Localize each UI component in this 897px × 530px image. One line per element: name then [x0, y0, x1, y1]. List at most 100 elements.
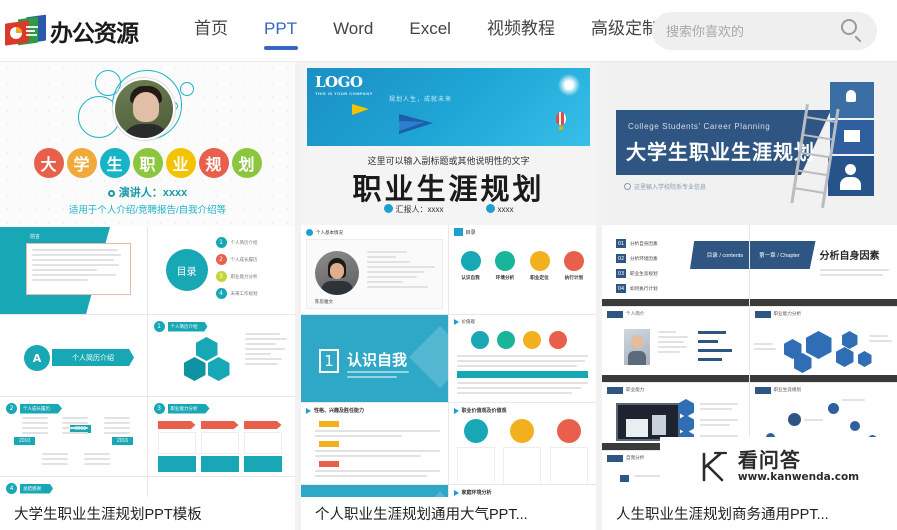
slide-section-b: 未来工作规划: [147, 477, 295, 497]
slide-label: 职业价值观及价值观: [461, 408, 507, 414]
slide-cover: LOGO THIS IS YOUR COMPANY 规划人生，成就未来 这里可以…: [301, 62, 596, 225]
slide-hexagons: 1 个人简历介绍: [147, 315, 295, 397]
cube-person-icon: [828, 156, 874, 196]
toc-item: 未来工作规划: [230, 290, 258, 296]
template-title[interactable]: 个人职业生涯规划通用大气PPT...: [301, 497, 596, 530]
site-header: 办公资源 首页 PPT Word Excel 视频教程 高级定制: [0, 0, 897, 62]
slide-label: 价值观: [461, 319, 476, 324]
title-char: 规: [198, 148, 229, 178]
toc-item: 职业能力分析: [230, 273, 258, 279]
slide-label: 前言: [30, 234, 41, 240]
main-nav: 首页 PPT Word Excel 视频教程 高级定制: [176, 0, 677, 62]
section-badge: A: [24, 345, 50, 371]
logo-subtext: THIS IS YOUR COMPANY: [315, 91, 373, 96]
cover-speaker: 演讲人：xxxx: [0, 184, 295, 200]
slide-label: 家庭环境分析: [461, 490, 492, 496]
cover-note: 这里输入学校院系专业信息: [624, 182, 706, 191]
slide-profile: 个人基本情况 陈思雅文: [301, 225, 449, 315]
cover-meta: 汇报人：xxxx xxxx: [301, 204, 596, 215]
slide-timeline: 2 个人成长履历 2010 2013 2016: [0, 397, 148, 477]
slide-contents: 目录 认识自我 环境分析 职业定位 执行计划: [448, 225, 596, 315]
paper-plane-icon: [399, 114, 433, 134]
stacked-documents-icon: [4, 14, 48, 48]
nav-item-home[interactable]: 首页: [176, 0, 246, 62]
search-box[interactable]: [652, 12, 877, 50]
slide-list: 个人基本情况 陈思雅文 目录 认识自我 环境分析 职业定位 执行计划 1 认识自…: [301, 225, 596, 497]
template-card[interactable]: LOGO THIS IS YOUR COMPANY 规划人生，成就未来 这里可以…: [301, 62, 596, 530]
slide-contents: 目录 1 个人简历介绍 2 个人成长履历 3 职业能力分析 4 未来工作规划: [147, 227, 295, 315]
cover-logo: LOGO THIS IS YOUR COMPANY: [315, 73, 373, 96]
title-char: 大: [33, 148, 64, 178]
reporter-text: 汇报人：xxxx: [395, 205, 444, 214]
avatar: [315, 251, 359, 295]
slide-label: 个人成长履历: [20, 403, 62, 414]
watermark: 看问答 www.kanwenda.com: [660, 437, 897, 497]
slide-hexagon-icons: 职业能力分析: [749, 307, 897, 383]
slide-label: 目录: [165, 249, 208, 291]
nav-item-video-tutorial[interactable]: 视频教程: [469, 0, 573, 62]
search-icon[interactable]: [841, 19, 863, 43]
section-badge: 4: [6, 483, 17, 494]
template-thumbnail[interactable]: LOGO THIS IS YOUR COMPANY 规划人生，成就未来 这里可以…: [301, 62, 596, 497]
nav-item-word[interactable]: Word: [315, 0, 391, 62]
speaker-text: 演讲人：xxxx: [118, 187, 188, 199]
cover-title: 职业生涯规划: [352, 174, 545, 206]
slide-label: 认识自我: [347, 352, 408, 369]
cover-title: 大学生职业生涯规划: [626, 142, 815, 164]
slide-career-values: 职业价值观及价值观: [448, 403, 596, 485]
search-area: [652, 12, 877, 50]
slide-label: 总结感谢: [20, 483, 53, 494]
slide-summary: 4 总结感谢: [0, 477, 148, 497]
nav-item-ppt[interactable]: PPT: [246, 0, 315, 62]
template-thumbnail[interactable]: College Students' Career Planning 大学生职业生…: [602, 62, 897, 497]
avatar: [113, 78, 175, 140]
slide-cover: College Students' Career Planning 大学生职业生…: [602, 62, 897, 225]
slide-cover: 大 学 生 职 业 规 划 演讲人：xxxx 适用于个人介绍/竞聘报告/自我介绍…: [0, 62, 295, 227]
title-char: 生: [99, 148, 130, 178]
timeline-year: 2016: [112, 437, 134, 445]
note-text: 这里输入学校院系专业信息: [634, 185, 707, 191]
paper-plane-icon: [352, 104, 369, 115]
toc-item: 个人简历介绍: [230, 239, 258, 245]
sun-glow-icon: [558, 74, 580, 96]
page-root: 办公资源 首页 PPT Word Excel 视频教程 高级定制 搜索你喜欢的 …: [0, 0, 897, 530]
hexagon-screen-icon: [835, 347, 854, 367]
title-char: 划: [231, 148, 262, 178]
slide-label: 目录 / contents: [690, 241, 749, 269]
template-thumbnail[interactable]: 大 学 生 职 业 规 划 演讲人：xxxx 适用于个人介绍/竞聘报告/自我介绍…: [0, 62, 295, 497]
search-input[interactable]: [666, 23, 826, 39]
hot-air-balloon-icon: [556, 112, 566, 130]
slide-label: 职业能力: [626, 387, 645, 392]
toc-item: 执行计划: [564, 275, 584, 280]
cover-en-title: College Students' Career Planning: [628, 122, 771, 131]
slide-label: 职业生涯规划: [773, 387, 802, 392]
timeline-year: 2010: [14, 437, 36, 445]
chapter-heading: 分析自身因素: [819, 251, 880, 262]
slide-chapter-1: 第一章 / Chapter 分析自身因素: [749, 225, 897, 307]
hexagon-cup-icon: [857, 351, 872, 367]
template-card[interactable]: College Students' Career Planning 大学生职业生…: [602, 62, 897, 530]
toc-item: 认识自我: [461, 275, 480, 280]
slide-label: 自我分析: [626, 455, 645, 460]
slide-label: 个人基本情况: [316, 229, 343, 235]
slide-label: 性格、兴趣及胜任能力: [314, 408, 365, 414]
toc-item: 个人成长履历: [230, 256, 258, 262]
site-logo-text: 办公资源: [50, 20, 139, 47]
slide-preface: 前言: [0, 227, 148, 315]
toc-item: 环境分析: [495, 275, 515, 280]
slide-family-env: 家庭环境分析: [448, 485, 596, 497]
slide-ability: 3 职业能力分析: [147, 397, 295, 477]
toc-item: 分析自身因素: [630, 240, 658, 246]
slide-section-2: 2 环境分析: [301, 485, 449, 497]
template-title[interactable]: 人生职业生涯规划商务通用PPT...: [602, 497, 897, 530]
template-title[interactable]: 大学生职业生涯规划PPT模板: [0, 497, 295, 530]
nav-item-excel[interactable]: Excel: [391, 0, 469, 62]
section-badge: 3: [153, 403, 165, 414]
site-logo[interactable]: 办公资源: [4, 14, 139, 48]
slide-label: 个人简历介绍: [52, 349, 134, 366]
logo-text: LOGO: [315, 73, 363, 91]
slide-label: 职业能力分析: [773, 311, 802, 316]
slide-values: 价值观: [448, 315, 596, 403]
template-card[interactable]: 大 学 生 职 业 规 划 演讲人：xxxx 适用于个人介绍/竞聘报告/自我介绍…: [0, 62, 295, 530]
cover-subtitle: 适用于个人介绍/竞聘报告/自我介绍等: [68, 205, 227, 216]
